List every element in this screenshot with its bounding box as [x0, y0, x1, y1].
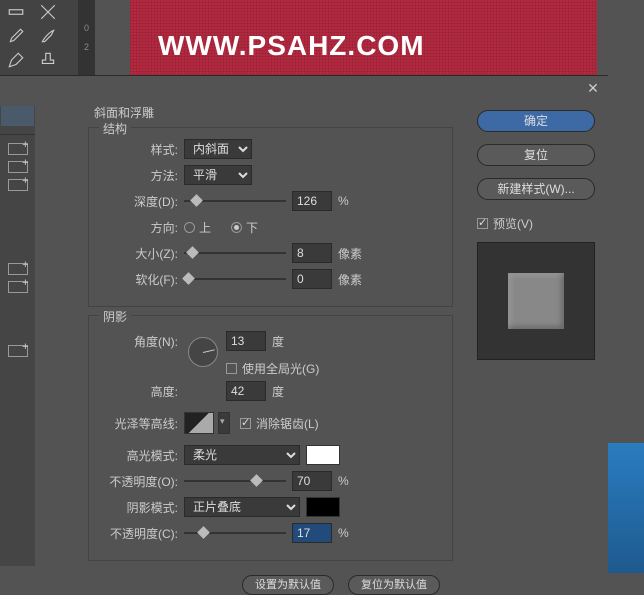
highlight-opacity-unit: %	[338, 474, 349, 488]
highlight-mode-select[interactable]: 柔光	[184, 445, 300, 465]
highlight-opacity-input[interactable]	[292, 471, 332, 491]
canvas-blue-area	[606, 443, 644, 573]
shadow-color-swatch[interactable]	[306, 497, 340, 517]
dialog-titlebar: ✕	[0, 76, 608, 100]
expand-icon[interactable]	[8, 345, 28, 357]
dialog-right-panel: 确定 复位 新建样式(W)... 预览(V)	[463, 100, 608, 595]
crop-tool-icon[interactable]	[39, 3, 57, 21]
size-label: 大小(Z):	[97, 245, 184, 262]
highlight-mode-label: 高光模式:	[97, 447, 184, 464]
shadow-opacity-label: 不透明度(C):	[97, 525, 184, 542]
preview-checkbox[interactable]	[477, 218, 488, 229]
altitude-label: 高度:	[97, 383, 184, 400]
altitude-unit: 度	[272, 383, 284, 400]
document-canvas: WWW.PSAHZ.COM	[130, 0, 597, 75]
direction-label: 方向:	[97, 219, 184, 236]
brush-tool-icon[interactable]	[39, 27, 57, 45]
soften-label: 软化(F):	[97, 271, 184, 288]
global-light-label: 使用全局光(G)	[242, 360, 319, 377]
measure-tool-icon[interactable]	[7, 3, 25, 21]
ok-button[interactable]: 确定	[477, 110, 595, 132]
direction-down-label: 下	[246, 219, 258, 236]
depth-label: 深度(D):	[97, 193, 184, 210]
depth-slider[interactable]	[184, 194, 286, 208]
angle-input[interactable]	[226, 331, 266, 351]
expand-icon[interactable]	[8, 281, 28, 293]
close-icon[interactable]: ✕	[584, 79, 602, 97]
angle-unit: 度	[272, 333, 284, 350]
highlight-opacity-label: 不透明度(O):	[97, 473, 184, 490]
soften-slider[interactable]	[184, 272, 286, 286]
canvas-text: WWW.PSAHZ.COM	[158, 30, 425, 61]
direction-up-label: 上	[199, 219, 211, 236]
highlight-opacity-slider[interactable]	[184, 474, 286, 488]
ruler-vertical: 0 2	[78, 0, 95, 75]
gloss-contour-thumb[interactable]	[184, 412, 214, 434]
soften-input[interactable]	[292, 269, 332, 289]
antialias-label: 消除锯齿(L)	[256, 415, 319, 432]
section-title: 斜面和浮雕	[82, 100, 459, 127]
expand-icon[interactable]	[8, 143, 28, 155]
style-preview	[477, 242, 595, 360]
shading-fieldset: 阴影 角度(N): 度	[88, 315, 453, 561]
shading-legend: 阴影	[99, 308, 131, 325]
size-unit: 像素	[338, 245, 362, 262]
preview-label: 预览(V)	[493, 215, 533, 232]
pencil-tool-icon[interactable]	[7, 51, 25, 69]
reset-default-button[interactable]: 复位为默认值	[348, 575, 440, 595]
soften-unit: 像素	[338, 271, 362, 288]
method-select[interactable]: 平滑	[184, 165, 252, 185]
style-select[interactable]: 内斜面	[184, 139, 252, 159]
effect-settings-panel: 斜面和浮雕 结构 样式: 内斜面 方法: 平滑 深度(D): %	[78, 100, 463, 595]
style-preview-inner	[508, 273, 564, 329]
angle-label: 角度(N):	[97, 333, 184, 350]
altitude-input[interactable]	[226, 381, 266, 401]
size-slider[interactable]	[184, 246, 286, 260]
effects-left-panel	[0, 100, 78, 595]
highlight-color-swatch[interactable]	[306, 445, 340, 465]
shadow-mode-label: 阴影模式:	[97, 499, 184, 516]
style-label: 样式:	[97, 141, 184, 158]
expand-icon[interactable]	[8, 263, 28, 275]
method-label: 方法:	[97, 167, 184, 184]
shadow-opacity-slider[interactable]	[184, 526, 286, 540]
shadow-opacity-unit: %	[338, 526, 349, 540]
eyedropper-icon[interactable]	[7, 27, 25, 45]
reset-button[interactable]: 复位	[477, 144, 595, 166]
shadow-opacity-input[interactable]	[292, 523, 332, 543]
global-light-checkbox[interactable]	[226, 363, 237, 374]
make-default-button[interactable]: 设置为默认值	[242, 575, 334, 595]
depth-unit: %	[338, 194, 349, 208]
gloss-contour-dropdown[interactable]	[218, 412, 230, 434]
style-swatch[interactable]	[1, 106, 34, 126]
direction-down-radio[interactable]	[231, 222, 242, 233]
antialias-checkbox[interactable]	[240, 418, 251, 429]
angle-dial[interactable]	[188, 337, 218, 367]
expand-icon[interactable]	[8, 161, 28, 173]
depth-input[interactable]	[292, 191, 332, 211]
new-style-button[interactable]: 新建样式(W)...	[477, 178, 595, 200]
structure-fieldset: 结构 样式: 内斜面 方法: 平滑 深度(D): % 方向:	[88, 127, 453, 307]
direction-up-radio[interactable]	[184, 222, 195, 233]
size-input[interactable]	[292, 243, 332, 263]
structure-legend: 结构	[99, 120, 131, 137]
expand-icon[interactable]	[8, 179, 28, 191]
stamp-tool-icon[interactable]	[39, 51, 57, 69]
shadow-mode-select[interactable]: 正片叠底	[184, 497, 300, 517]
gloss-contour-label: 光泽等高线:	[97, 415, 184, 432]
layer-style-dialog: ✕ 斜面和浮雕 结构 样式: 内斜面	[0, 75, 608, 573]
